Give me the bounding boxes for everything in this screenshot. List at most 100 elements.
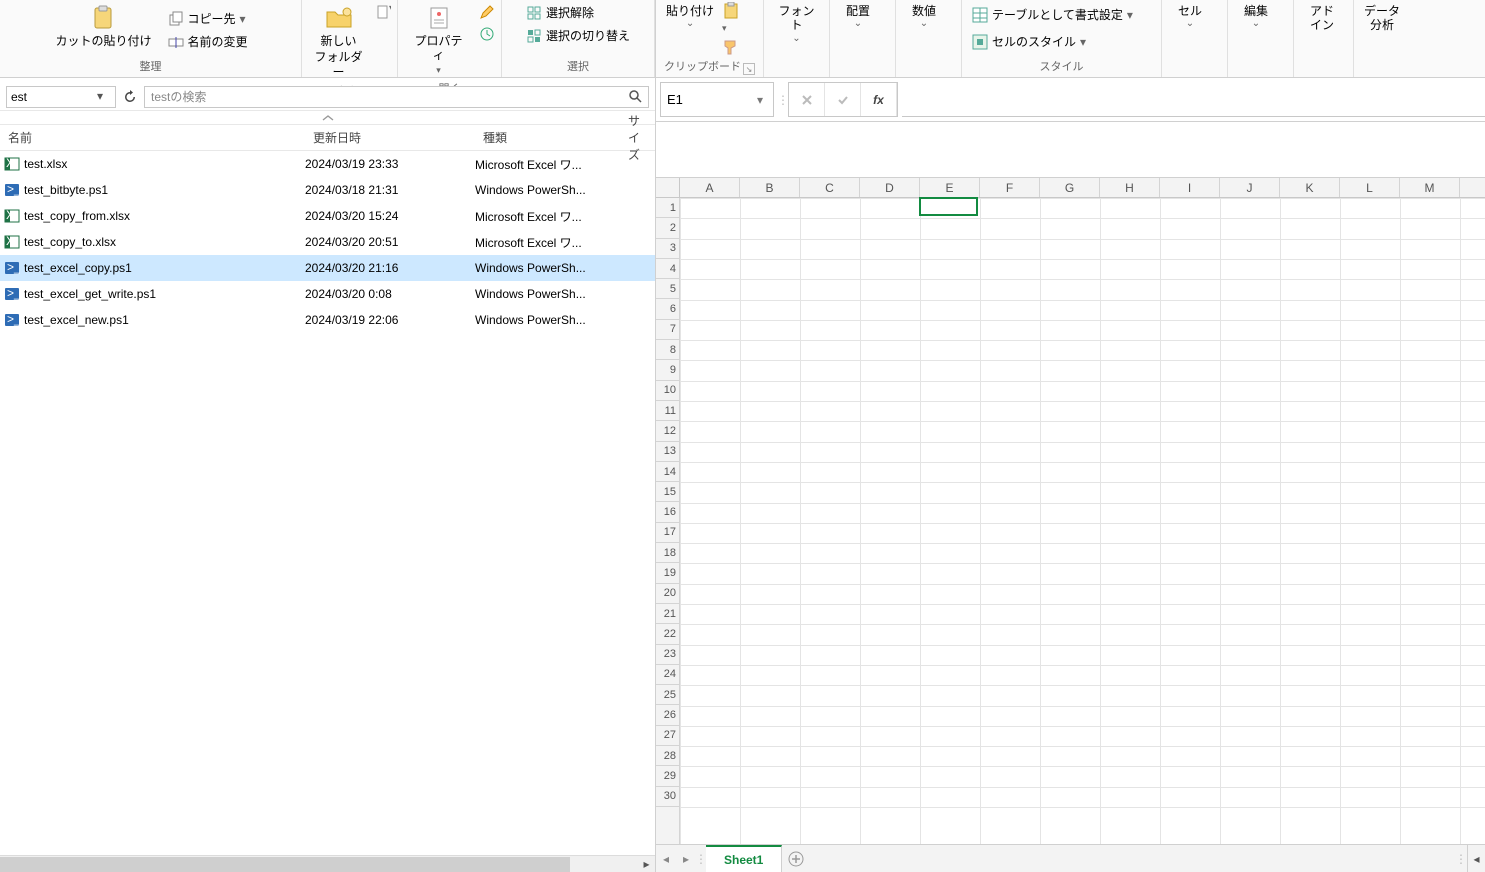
col-date[interactable]: 更新日時	[305, 129, 475, 146]
col-header-M[interactable]: M	[1400, 178, 1460, 197]
row-header-9[interactable]: 9	[656, 360, 679, 380]
number-button[interactable]: 数値⌄	[902, 2, 946, 32]
row-header-13[interactable]: 13	[656, 442, 679, 462]
row-header-24[interactable]: 24	[656, 665, 679, 685]
grip-icon[interactable]: ⋮	[778, 78, 788, 121]
cells-button[interactable]: セル⌄	[1168, 2, 1212, 32]
addin-button[interactable]: アドイン	[1300, 2, 1344, 35]
col-header-K[interactable]: K	[1280, 178, 1340, 197]
deselect-button[interactable]: 選択解除	[522, 2, 634, 23]
col-name[interactable]: 名前	[0, 129, 305, 146]
formula-input[interactable]	[902, 82, 1485, 117]
grip-icon[interactable]: ⋮	[696, 852, 706, 866]
row-header-28[interactable]: 28	[656, 746, 679, 766]
cut-paste-button[interactable]: カットの貼り付け	[49, 2, 157, 50]
col-type[interactable]: 種類	[475, 129, 620, 146]
hscroll-thumb[interactable]	[0, 857, 570, 872]
col-header-G[interactable]: G	[1040, 178, 1100, 197]
chevron-down-icon[interactable]: ▾	[97, 89, 113, 105]
file-row[interactable]: >_test_bitbyte.ps12024/03/18 21:31Window…	[0, 177, 655, 203]
row-header-8[interactable]: 8	[656, 340, 679, 360]
row-header-11[interactable]: 11	[656, 401, 679, 421]
row-header-23[interactable]: 23	[656, 645, 679, 665]
align-button[interactable]: 配置⌄	[836, 2, 880, 32]
row-header-6[interactable]: 6	[656, 299, 679, 319]
add-sheet-button[interactable]	[782, 845, 810, 872]
row-header-1[interactable]: 1	[656, 198, 679, 218]
tab-nav-prev[interactable]: ◂	[656, 845, 676, 872]
format-as-table-button[interactable]: テーブルとして書式設定 ▾	[968, 4, 1137, 25]
col-header-B[interactable]: B	[740, 178, 800, 197]
invert-selection-button[interactable]: 選択の切り替え	[522, 25, 634, 46]
col-header-I[interactable]: I	[1160, 178, 1220, 197]
file-row[interactable]: >_test_excel_copy.ps12024/03/20 21:16Win…	[0, 255, 655, 281]
font-button[interactable]: フォント⌄	[770, 2, 823, 47]
properties-button[interactable]: プロパティ ▾	[404, 2, 473, 78]
enter-button[interactable]	[825, 83, 861, 116]
edit-icon[interactable]	[479, 4, 495, 20]
col-header-F[interactable]: F	[980, 178, 1040, 197]
search-icon[interactable]	[628, 89, 644, 105]
new-folder-button[interactable]: 新しい フォルダー	[308, 2, 369, 81]
explorer-hscroll[interactable]: ▸	[0, 855, 655, 872]
dialog-launcher-clipboard[interactable]: ↘	[743, 63, 755, 75]
rename-button[interactable]: 名前の変更	[164, 31, 252, 52]
row-header-4[interactable]: 4	[656, 259, 679, 279]
row-header-7[interactable]: 7	[656, 320, 679, 340]
row-header-18[interactable]: 18	[656, 543, 679, 563]
grip-icon[interactable]: ⋮	[1455, 852, 1467, 866]
col-header-A[interactable]: A	[680, 178, 740, 197]
row-header-22[interactable]: 22	[656, 624, 679, 644]
cancel-button[interactable]	[789, 83, 825, 116]
row-header-15[interactable]: 15	[656, 482, 679, 502]
row-header-19[interactable]: 19	[656, 563, 679, 583]
data-analysis-button[interactable]: データ分析	[1360, 2, 1404, 35]
refresh-button[interactable]	[120, 87, 140, 107]
row-header-26[interactable]: 26	[656, 705, 679, 725]
cell-cursor[interactable]	[919, 197, 978, 216]
new-item-icon[interactable]: ▾	[375, 4, 391, 20]
col-header-D[interactable]: D	[860, 178, 920, 197]
row-header-10[interactable]: 10	[656, 381, 679, 401]
row-header-3[interactable]: 3	[656, 239, 679, 259]
fx-button[interactable]: fx	[861, 83, 897, 116]
row-header-12[interactable]: 12	[656, 421, 679, 441]
row-header-21[interactable]: 21	[656, 604, 679, 624]
tab-nav-next[interactable]: ▸	[676, 845, 696, 872]
row-header-30[interactable]: 30	[656, 787, 679, 807]
row-header-27[interactable]: 27	[656, 726, 679, 746]
paste-button[interactable]: 貼り付け ⌄	[662, 2, 718, 32]
row-header-20[interactable]: 20	[656, 584, 679, 604]
sheet-tab-active[interactable]: Sheet1	[706, 845, 782, 872]
select-all-corner[interactable]	[656, 178, 680, 198]
row-header-25[interactable]: 25	[656, 685, 679, 705]
file-row[interactable]: Xtest.xlsx2024/03/19 23:33Microsoft Exce…	[0, 151, 655, 177]
edit-button[interactable]: 編集⌄	[1234, 2, 1278, 32]
row-header-17[interactable]: 17	[656, 523, 679, 543]
search-box[interactable]: testの検索	[144, 86, 649, 108]
hscroll-right-arrow[interactable]: ▸	[638, 856, 655, 872]
name-box-input[interactable]	[667, 92, 767, 107]
row-header-14[interactable]: 14	[656, 462, 679, 482]
address-bar[interactable]: ▾	[6, 86, 116, 108]
chevron-down-icon[interactable]: ▾	[757, 93, 771, 107]
col-header-E[interactable]: E	[920, 178, 980, 197]
address-input[interactable]	[11, 90, 111, 104]
row-header-16[interactable]: 16	[656, 502, 679, 522]
file-row[interactable]: >_test_excel_get_write.ps12024/03/20 0:0…	[0, 281, 655, 307]
format-painter-icon[interactable]	[722, 38, 740, 56]
col-header-H[interactable]: H	[1100, 178, 1160, 197]
cells-area[interactable]	[680, 198, 1485, 844]
file-row[interactable]: >_test_excel_new.ps12024/03/19 22:06Wind…	[0, 307, 655, 333]
col-header-J[interactable]: J	[1220, 178, 1280, 197]
hscroll-left-arrow[interactable]: ◂	[1467, 845, 1485, 872]
collapse-chevron[interactable]	[0, 111, 655, 125]
copy-to-button[interactable]: コピー先 ▾	[164, 8, 252, 29]
history-icon[interactable]	[479, 26, 495, 42]
col-header-C[interactable]: C	[800, 178, 860, 197]
file-row[interactable]: Xtest_copy_from.xlsx2024/03/20 15:24Micr…	[0, 203, 655, 229]
file-row[interactable]: Xtest_copy_to.xlsx2024/03/20 20:51Micros…	[0, 229, 655, 255]
row-header-2[interactable]: 2	[656, 218, 679, 238]
name-box[interactable]: ▾	[660, 82, 774, 117]
paste-icon[interactable]: ▾	[722, 2, 740, 34]
